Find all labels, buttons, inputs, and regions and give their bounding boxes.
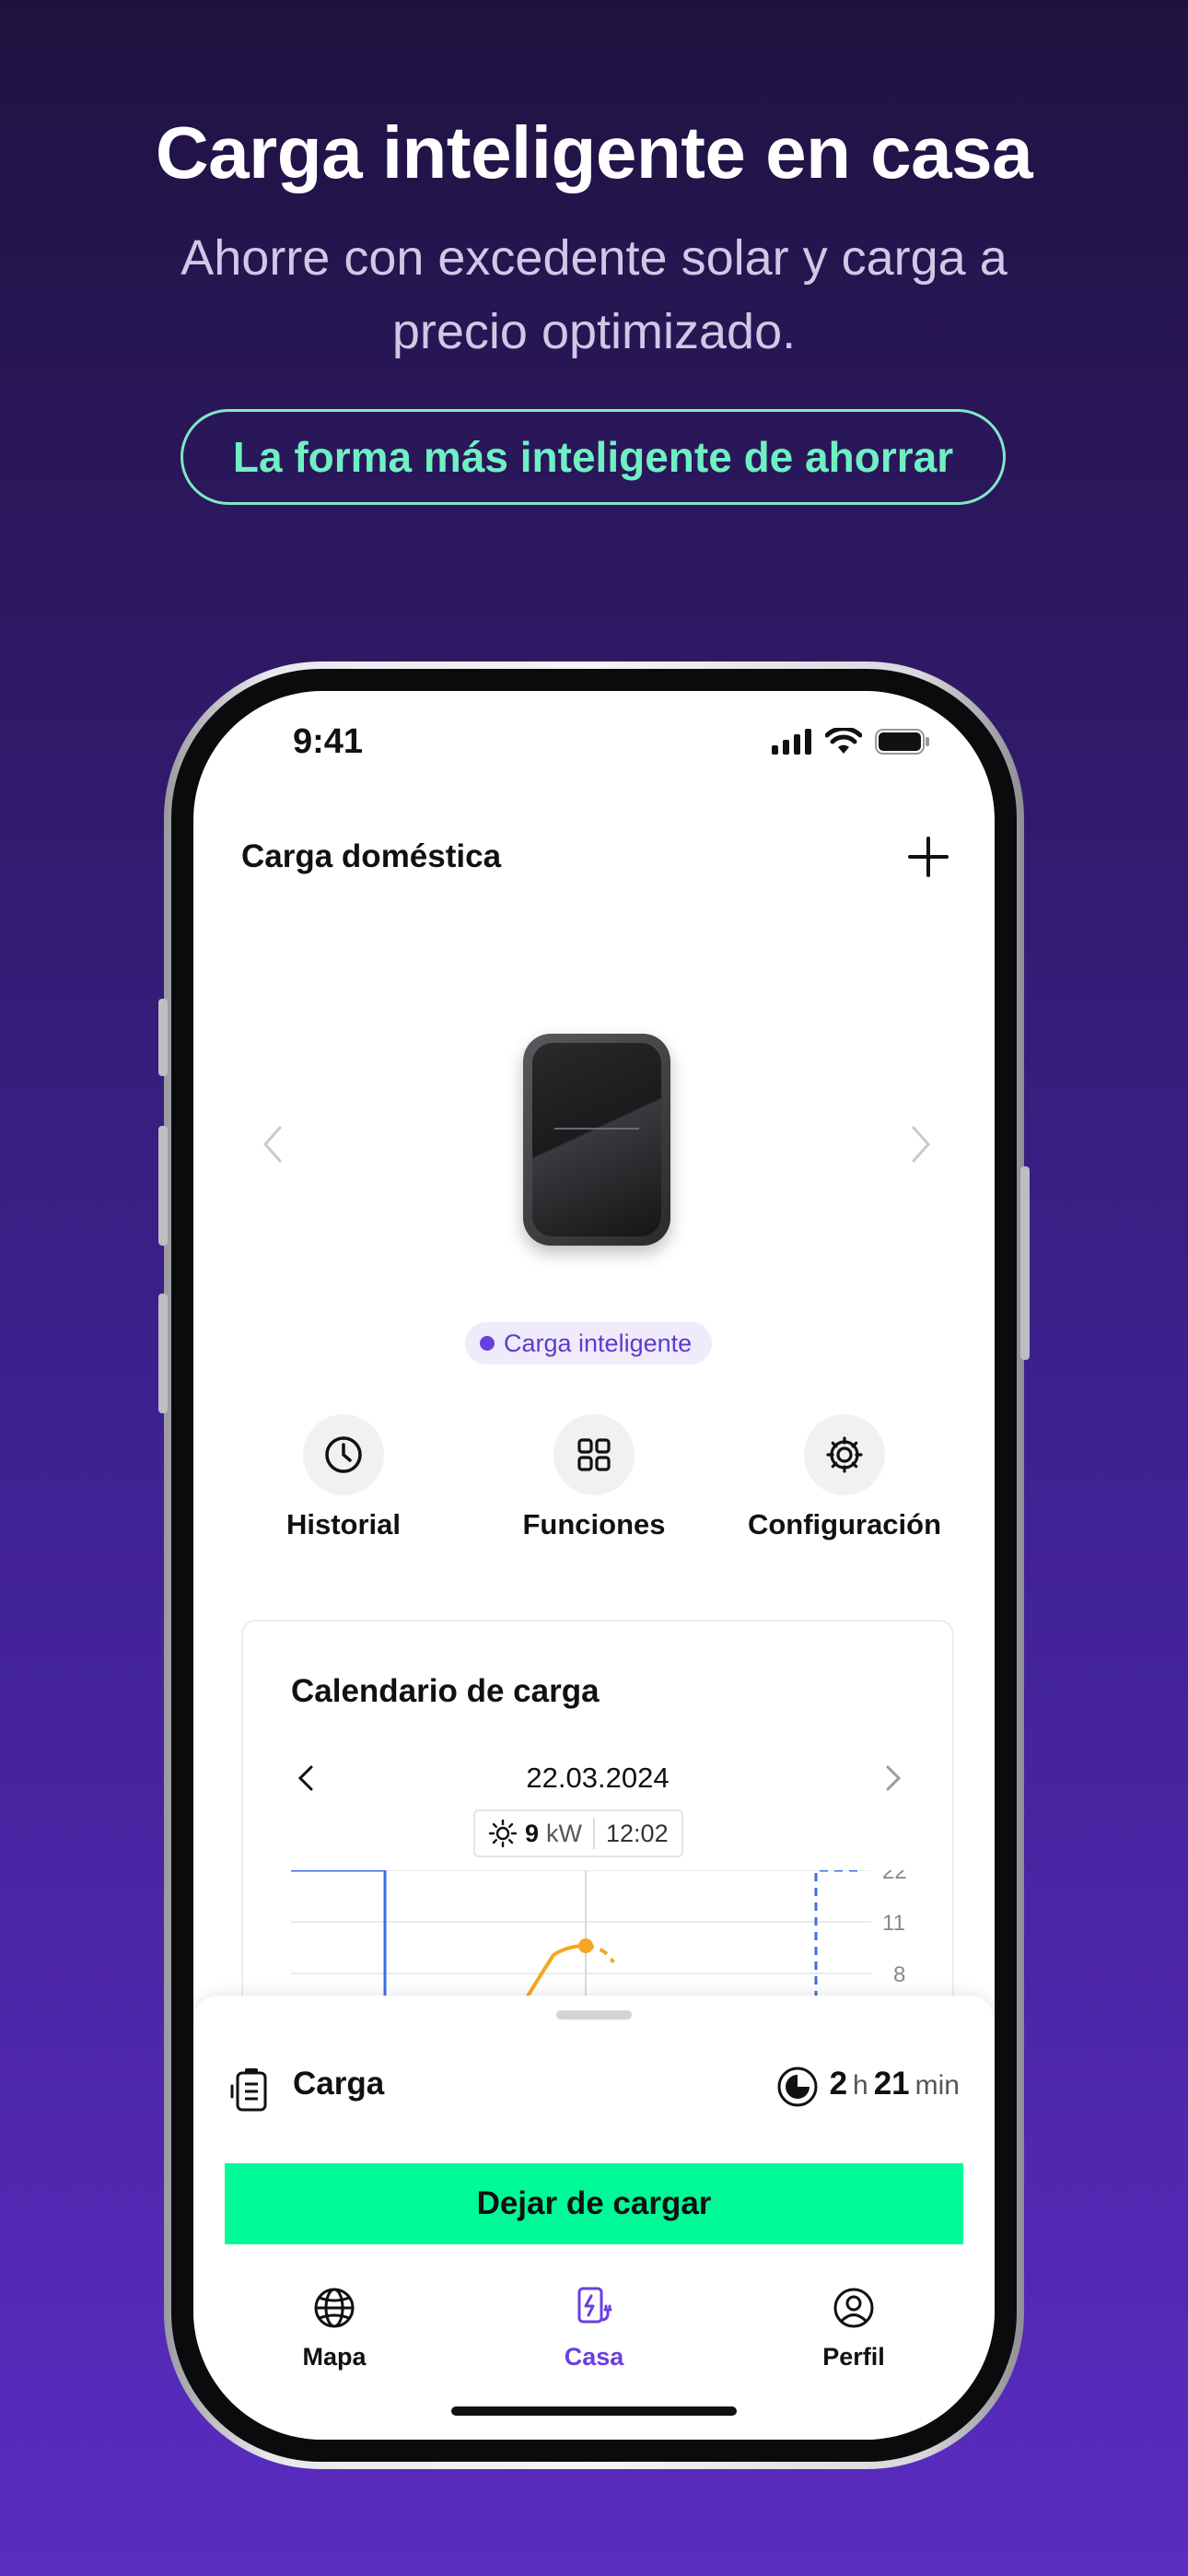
clock-icon <box>325 1436 362 1473</box>
plus-icon[interactable] <box>901 829 956 884</box>
funciones-button[interactable]: Funciones <box>483 1414 705 1541</box>
tooltip-unit: kW <box>546 1819 583 1847</box>
sun-icon <box>488 1819 518 1848</box>
tab-label: Casa <box>564 2343 624 2371</box>
globe-icon <box>314 2288 355 2328</box>
charging-battery-icon <box>230 2068 267 2112</box>
wifi-icon <box>825 728 862 754</box>
gear-icon <box>826 1436 863 1473</box>
tooltip-power: 9 <box>525 1819 540 1847</box>
battery-icon <box>875 729 929 755</box>
status-dot <box>480 1336 495 1351</box>
tab-bar: Mapa Casa Perfil <box>193 2285 995 2377</box>
blue-series-forecast <box>814 1870 862 1999</box>
historial-label: Historial <box>285 1508 402 1540</box>
charge-remaining: 2 h 21 min <box>776 2066 960 2108</box>
tab-label: Perfil <box>822 2343 885 2371</box>
charge-minutes-unit: min <box>914 2070 960 2101</box>
y-tick: 8 <box>893 1962 905 1987</box>
hero-pill: La forma más inteligente de ahorrar <box>181 409 1006 505</box>
tooltip-time: 12:02 <box>606 1819 669 1847</box>
blue-series-line <box>291 1870 387 1999</box>
status-time: 9:41 <box>293 722 364 761</box>
configuracion-label: Configuración <box>747 1508 942 1540</box>
tab-casa[interactable]: Casa <box>520 2285 668 2371</box>
chart-tooltip: 9 kW 12:02 <box>473 1809 683 1857</box>
stop-charging-button[interactable]: Dejar de cargar <box>225 2163 963 2244</box>
signal-icon <box>772 729 811 755</box>
chevron-left-icon[interactable] <box>254 1117 291 1172</box>
funciones-label: Funciones <box>522 1508 666 1540</box>
grid-icon <box>577 1438 611 1471</box>
chevron-right-icon[interactable] <box>882 1762 904 1795</box>
status-badge-label: Carga inteligente <box>504 1329 693 1357</box>
profile-icon <box>833 2288 874 2328</box>
status-badge: Carga inteligente <box>465 1322 713 1364</box>
sheet-grabber[interactable] <box>556 2010 632 2020</box>
charge-label: Carga <box>293 2066 385 2102</box>
calendar-date: 22.03.2024 <box>526 1762 670 1794</box>
phone-screen: 9:41 Carga doméstica Carga inteligente H… <box>193 691 995 2440</box>
page-title: Carga doméstica <box>241 838 502 874</box>
y-tick: 11 <box>882 1911 905 1936</box>
home-indicator <box>451 2406 737 2416</box>
chevron-right-icon[interactable] <box>903 1117 939 1172</box>
phone-side-button <box>1020 1166 1030 1360</box>
historial-button[interactable]: Historial <box>233 1414 454 1541</box>
tab-mapa[interactable]: Mapa <box>261 2285 408 2371</box>
charge-hours-unit: h <box>853 2070 868 2101</box>
status-icons <box>772 728 930 755</box>
configuracion-button[interactable]: Configuración <box>734 1414 955 1541</box>
y-tick: 22 <box>882 1870 907 1884</box>
tab-perfil[interactable]: Perfil <box>780 2285 927 2371</box>
solar-point <box>578 1938 593 1953</box>
charger-image <box>523 1034 670 1246</box>
timer-icon <box>777 2067 818 2107</box>
card-title: Calendario de carga <box>291 1673 600 1709</box>
phone-side-button <box>158 999 168 1076</box>
charge-minutes: 21 <box>873 2066 910 2102</box>
phone-side-button <box>158 1126 168 1246</box>
charge-hours: 2 <box>829 2066 848 2102</box>
tab-label: Mapa <box>302 2343 367 2371</box>
hero-subtitle: Ahorre con excedente solar y carga a pre… <box>181 230 1007 359</box>
phone-side-button <box>158 1294 168 1413</box>
hero-title: Carga inteligente en casa <box>155 111 1033 193</box>
home-charger-icon <box>577 2287 612 2324</box>
charge-status-row: Carga 2 h 21 min <box>228 2060 960 2115</box>
